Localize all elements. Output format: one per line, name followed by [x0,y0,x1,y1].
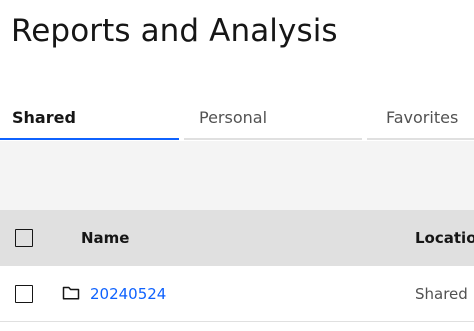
folder-icon [62,286,80,300]
row-location: Shared [415,285,468,303]
select-all-checkbox[interactable] [15,229,33,247]
column-header-location[interactable]: Location [415,210,474,266]
tab-shared[interactable]: Shared [0,96,179,140]
column-header-name[interactable]: Name [81,210,129,266]
table-header: Name Location [0,210,474,266]
tab-list: Shared Personal Favorites [0,96,474,140]
table-row: 20240524 Shared [0,266,474,322]
reports-page: Reports and Analysis Shared Personal Fav… [0,0,474,331]
tab-personal[interactable]: Personal [184,96,362,140]
tab-favorites[interactable]: Favorites [367,96,474,140]
folder-link[interactable]: 20240524 [90,266,166,322]
table-toolbar [0,141,474,210]
page-title: Reports and Analysis [11,13,338,49]
row-checkbox[interactable] [15,285,33,303]
